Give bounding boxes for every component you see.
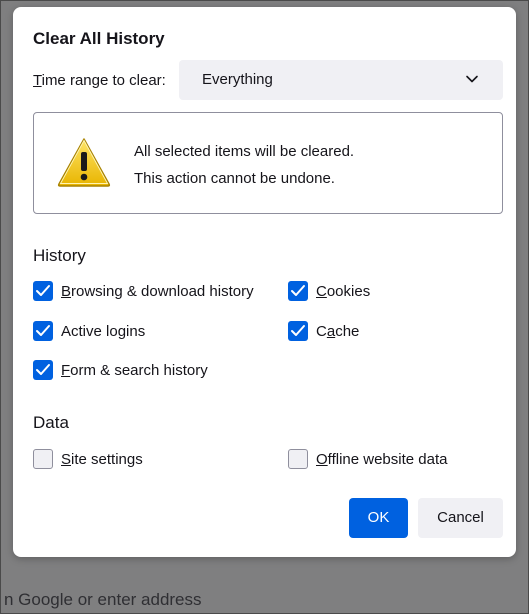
warning-icon (57, 138, 111, 187)
time-range-label-accesskey: T (33, 72, 42, 89)
data-section-heading: Data (33, 413, 69, 432)
cancel-button[interactable]: Cancel (418, 498, 503, 538)
checkbox-label: Site settings (61, 450, 143, 468)
clear-history-dialog: Clear All History Time range to clear: E… (13, 7, 516, 557)
checkbox-checked-icon[interactable] (33, 360, 53, 380)
checkbox-checked-icon[interactable] (33, 281, 53, 301)
history-section-heading: History (33, 246, 86, 265)
warning-box: All selected items will be cleared. This… (33, 112, 503, 214)
checkbox-label: Browsing & download history (61, 282, 254, 300)
checkbox-unchecked-icon[interactable] (288, 449, 308, 469)
time-range-value: Everything (202, 71, 273, 88)
time-range-label-rest: ime range to clear: (41, 72, 166, 89)
checkbox-checked-icon[interactable] (33, 321, 53, 341)
checkbox-label: Active logins (61, 322, 146, 340)
checkbox-checked-icon[interactable] (288, 281, 308, 301)
checkbox-label: Cache (316, 322, 360, 340)
form-search-history-checkbox[interactable]: Form & search history (33, 359, 208, 381)
checkbox-label: Form & search history (61, 361, 208, 379)
checkbox-label: Cookies (316, 282, 371, 300)
chevron-down-icon (466, 75, 478, 83)
time-range-select[interactable]: Everything (179, 60, 503, 100)
site-settings-checkbox[interactable]: Site settings (33, 448, 143, 470)
address-bar-hint: n Google or enter address (4, 590, 202, 609)
dialog-title: Clear All History (33, 29, 165, 48)
cookies-checkbox[interactable]: Cookies (288, 280, 370, 302)
warning-text-line1: All selected items will be cleared. (134, 143, 355, 160)
checkbox-label: Offline website data (316, 450, 448, 468)
checkbox-unchecked-icon[interactable] (33, 449, 53, 469)
warning-text-line2: This action cannot be undone. (134, 170, 335, 187)
browsing-download-history-checkbox[interactable]: Browsing & download history (33, 280, 254, 302)
checkbox-checked-icon[interactable] (288, 321, 308, 341)
time-range-label: Time range to clear: (33, 72, 166, 89)
ok-button[interactable]: OK (349, 498, 408, 538)
active-logins-checkbox[interactable]: Active logins (33, 320, 145, 342)
offline-website-data-checkbox[interactable]: Offline website data (288, 448, 447, 470)
cache-checkbox[interactable]: Cache (288, 320, 359, 342)
